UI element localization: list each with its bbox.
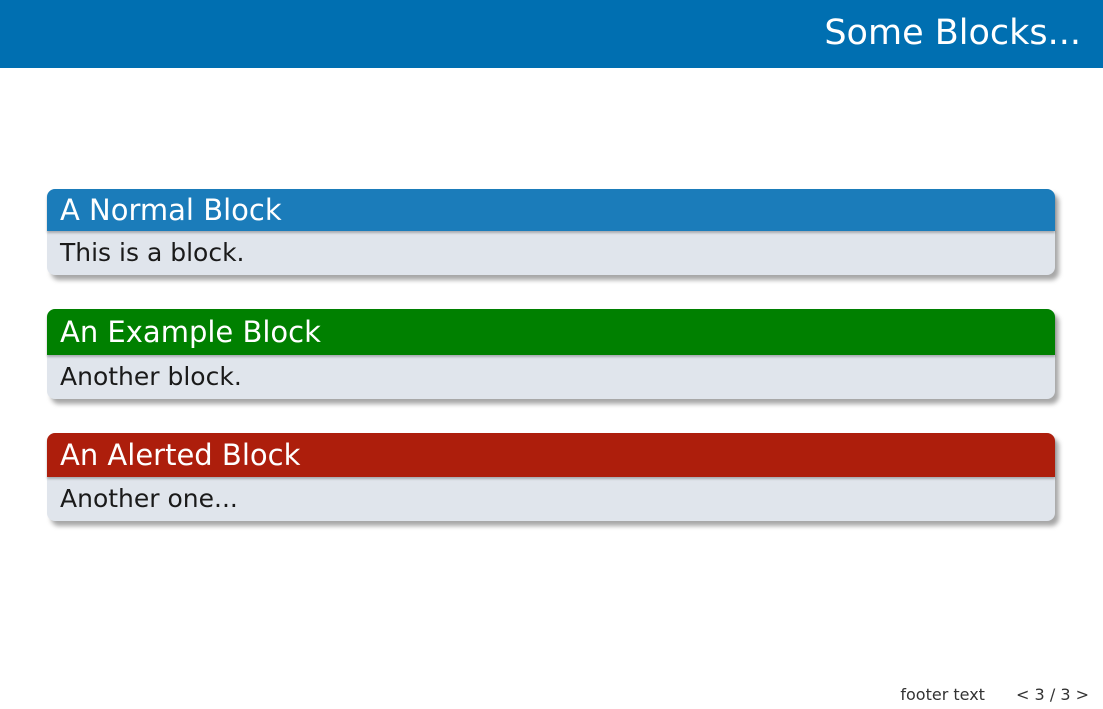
alerted-block-body: Another one... bbox=[60, 484, 238, 513]
frame-title: Some Blocks... bbox=[824, 13, 1081, 53]
normal-block-title: A Normal Block bbox=[47, 189, 1055, 231]
example-block-title: An Example Block bbox=[47, 309, 1055, 355]
example-block: An Example Block Another block. bbox=[47, 309, 1055, 399]
previous-page-button[interactable]: < bbox=[1016, 685, 1029, 705]
slide: Some Blocks... A Normal Block This is a … bbox=[0, 0, 1103, 709]
page-navigation: < 3 / 3 > bbox=[1016, 685, 1089, 704]
title-bar: Some Blocks... bbox=[0, 0, 1103, 68]
footer-text: footer text bbox=[900, 685, 985, 704]
total-page-count: 3 bbox=[1060, 685, 1071, 704]
footer: footer text < 3 / 3 > bbox=[900, 685, 1089, 705]
alerted-block-title: An Alerted Block bbox=[47, 433, 1055, 477]
current-page-number: 3 bbox=[1034, 685, 1045, 704]
next-page-button[interactable]: > bbox=[1076, 685, 1089, 705]
normal-block: A Normal Block This is a block. bbox=[47, 189, 1055, 275]
block-list: A Normal Block This is a block. An Examp… bbox=[47, 189, 1055, 555]
example-block-body: Another block. bbox=[60, 362, 242, 391]
page-separator: / bbox=[1049, 685, 1056, 704]
normal-block-body: This is a block. bbox=[60, 238, 245, 267]
alerted-block: An Alerted Block Another one... bbox=[47, 433, 1055, 521]
